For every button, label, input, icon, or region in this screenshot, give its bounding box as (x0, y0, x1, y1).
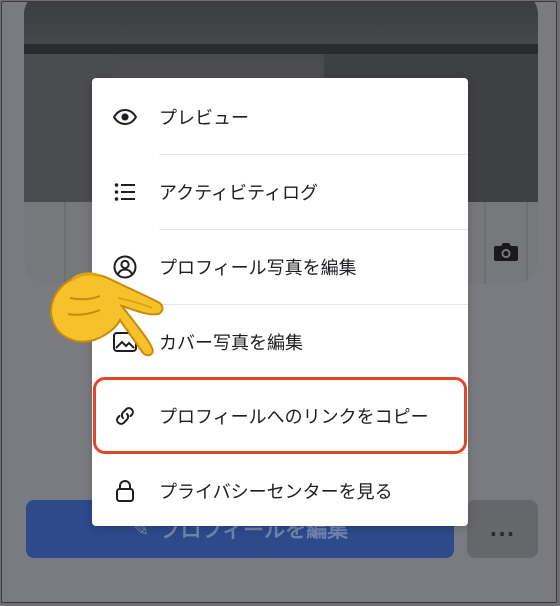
list-icon (112, 179, 138, 205)
more-button[interactable]: ... (467, 500, 538, 558)
lock-icon (112, 478, 138, 504)
menu-item-activity-log[interactable]: アクティビティログ (92, 155, 468, 229)
menu-item-label: プレビュー (159, 108, 249, 129)
menu-item-label: プロフィール写真を編集 (159, 258, 357, 279)
highlight-box (93, 377, 467, 454)
more-label: ... (489, 517, 516, 541)
cover-roof-shape (24, 44, 538, 54)
menu-item-label: アクティビティログ (159, 183, 318, 204)
menu-item-label: プライバシーセンターを見る (159, 482, 393, 503)
menu-item-label: カバー写真を編集 (159, 333, 303, 354)
menu-item-privacy-center[interactable]: プライバシーセンターを見る (92, 454, 468, 528)
eye-icon (112, 104, 138, 130)
camera-icon[interactable] (492, 240, 520, 264)
menu-item-preview[interactable]: プレビュー (92, 80, 468, 154)
pointing-hand-icon (50, 272, 164, 357)
